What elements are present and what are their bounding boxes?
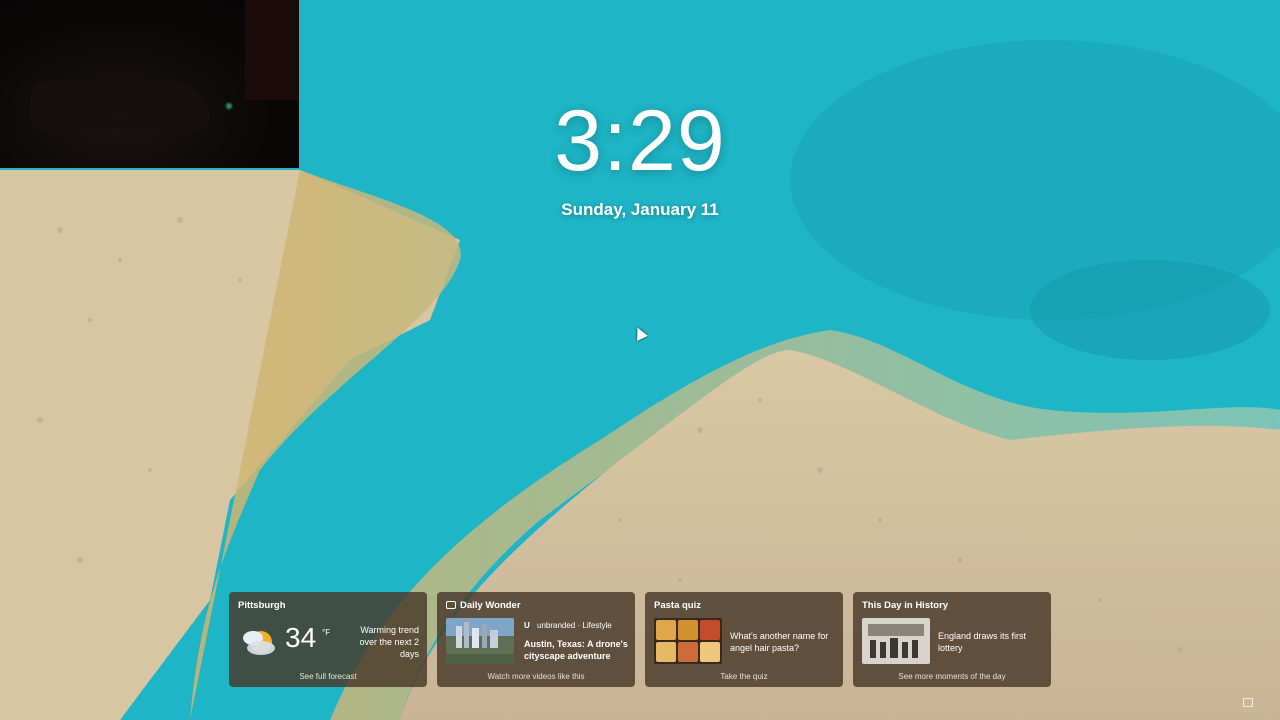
daily-wonder-widget[interactable]: Daily Wonder Uunbranded · Lifestyle Aust… [437,592,635,687]
video-source: Uunbranded · Lifestyle [524,621,612,630]
video-headline: Austin, Texas: A drone's cityscape adven… [524,639,628,661]
weather-unit: °F [322,628,331,637]
lock-clock: 3:29 [554,93,726,189]
pasta-thumbnail [654,618,722,664]
history-title: This Day in History [862,600,949,611]
weather-footer-link[interactable]: See full forecast [229,672,427,681]
pasta-quiz-widget[interactable]: Pasta quiz What's another name for angel… [645,592,843,687]
partly-cloudy-icon [243,631,275,655]
weather-summary: Warming trend over the next 2 days [359,625,419,659]
weather-temperature: 34 [285,622,317,653]
lock-screen: 3:29 Sunday, January 11 Pittsburgh 34 °F… [0,0,1280,720]
history-footer-link[interactable]: See more moments of the day [853,672,1051,681]
video-icon [446,601,456,609]
daily-wonder-footer-link[interactable]: Watch more videos like this [437,672,635,681]
weather-widget[interactable]: Pittsburgh 34 °F Warming trend over the … [229,592,427,687]
history-widget[interactable]: This Day in History England draws its fi… [853,592,1051,687]
video-shape [245,0,299,100]
quiz-question: What's another name for angel hair pasta… [730,631,829,653]
history-thumbnail [862,618,930,664]
lock-date: Sunday, January 11 [561,200,719,219]
quiz-footer-link[interactable]: Take the quiz [645,672,843,681]
source-logo: U [524,621,530,630]
quiz-title: Pasta quiz [654,600,701,611]
widget-bar: Pittsburgh 34 °F Warming trend over the … [229,592,1051,687]
daily-wonder-title: Daily Wonder [446,600,521,611]
city-thumbnail [446,618,514,664]
history-headline: England draws its first lottery [938,631,1027,653]
weather-location: Pittsburgh [238,600,286,611]
notification-icon[interactable] [1243,698,1253,707]
daily-wonder-label: Daily Wonder [460,600,521,611]
source-name: unbranded · Lifestyle [537,621,612,630]
